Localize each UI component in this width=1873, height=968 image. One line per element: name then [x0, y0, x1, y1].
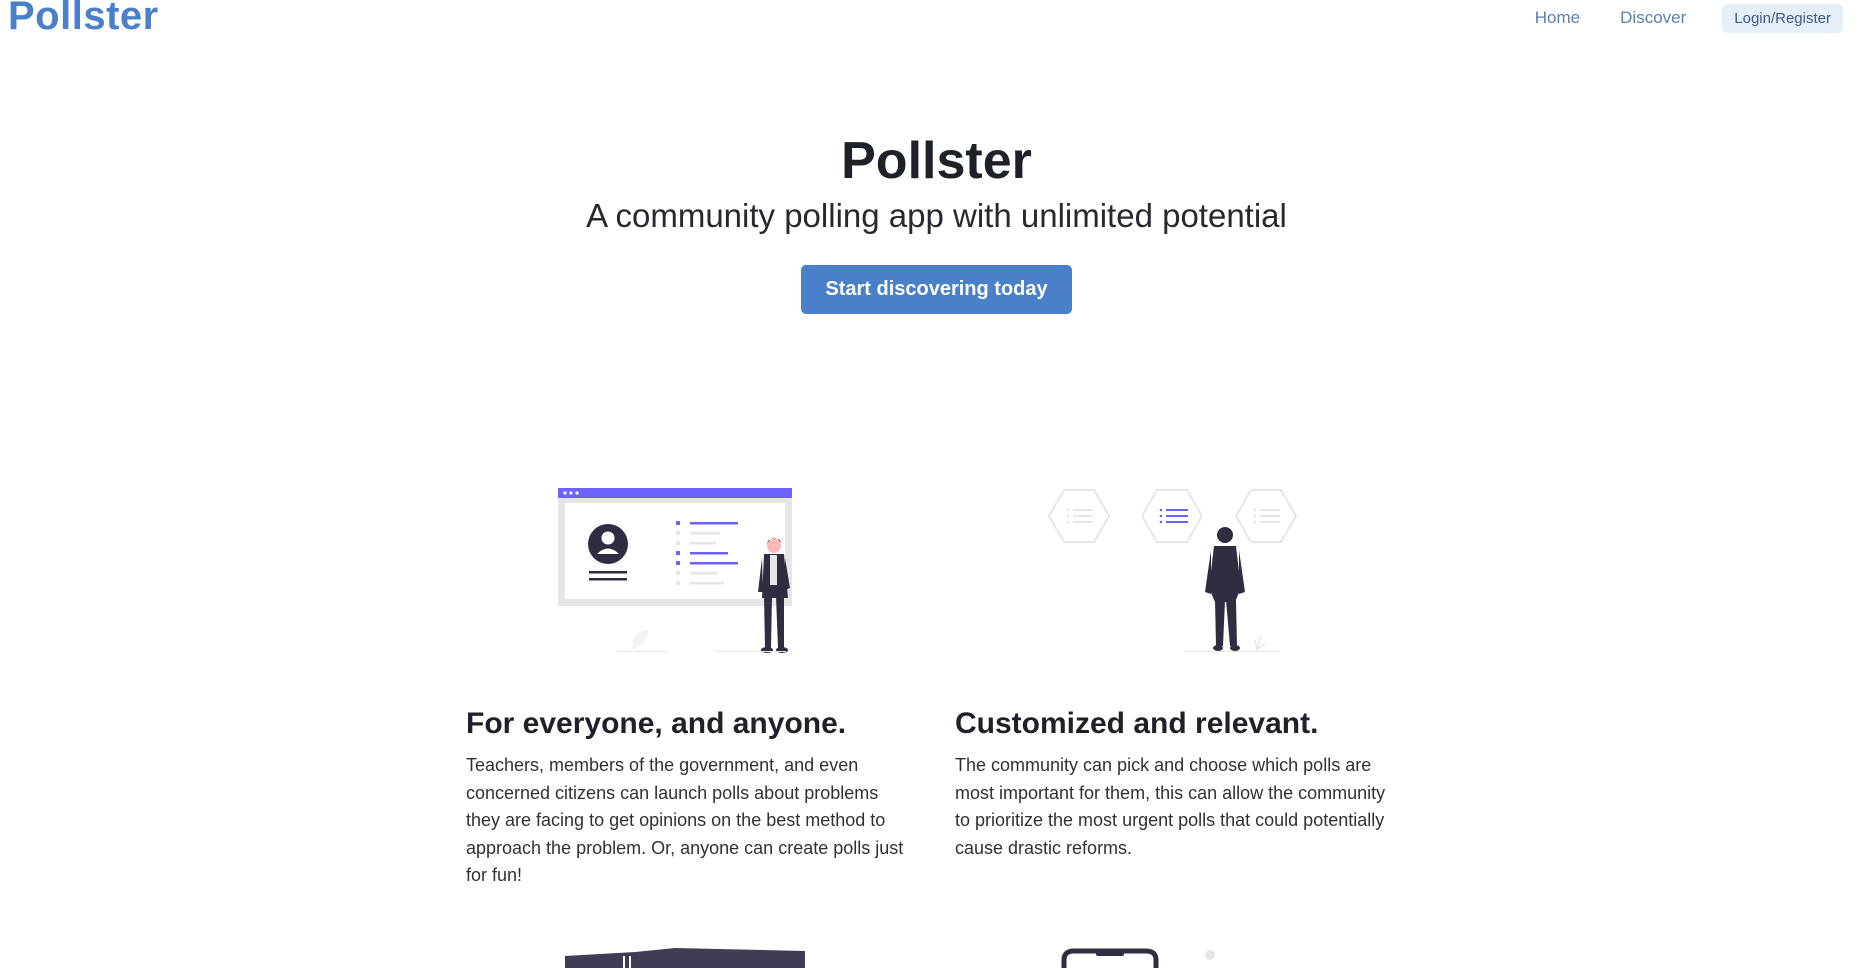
hero-subtitle: A community polling app with unlimited p…: [586, 197, 1287, 234]
brand-logo[interactable]: Pollster: [8, 0, 159, 39]
phone-illustration: [1061, 948, 1215, 968]
presentation-board-illustration: [466, 488, 916, 688]
presentation-board-svg: [558, 488, 792, 653]
feature-card-everyone: For everyone, and anyone. Teachers, memb…: [466, 488, 916, 890]
nav-links: Home Discover Login/Register: [1515, 2, 1843, 34]
feature-title: Customized and relevant.: [955, 707, 1319, 740]
feature-description: The community can pick and choose which …: [955, 755, 1386, 858]
nav-link-home[interactable]: Home: [1515, 2, 1600, 34]
hero-title: Pollster: [841, 132, 1032, 190]
navbar: Pollster Home Discover Login/Register: [0, 0, 1873, 40]
dark-box-illustration: [565, 948, 805, 968]
bottom-left-illustration: [565, 948, 805, 968]
hexagon-choices-illustration: [955, 488, 1405, 688]
feature-description: Teachers, members of the government, and…: [466, 755, 904, 885]
bottom-right-illustration: [1060, 948, 1220, 968]
hexagon-choices-svg: [1047, 489, 1298, 652]
page: Pollster Home Discover Login/Register Po…: [0, 0, 1873, 968]
hero-section: Pollster A community polling app with un…: [0, 130, 1873, 314]
feature-title: For everyone, and anyone.: [466, 707, 847, 740]
feature-card-customized: Customized and relevant. The community c…: [955, 488, 1405, 862]
nav-link-discover[interactable]: Discover: [1600, 2, 1706, 34]
start-discovering-button[interactable]: Start discovering today: [801, 265, 1072, 314]
login-register-button[interactable]: Login/Register: [1722, 3, 1843, 33]
